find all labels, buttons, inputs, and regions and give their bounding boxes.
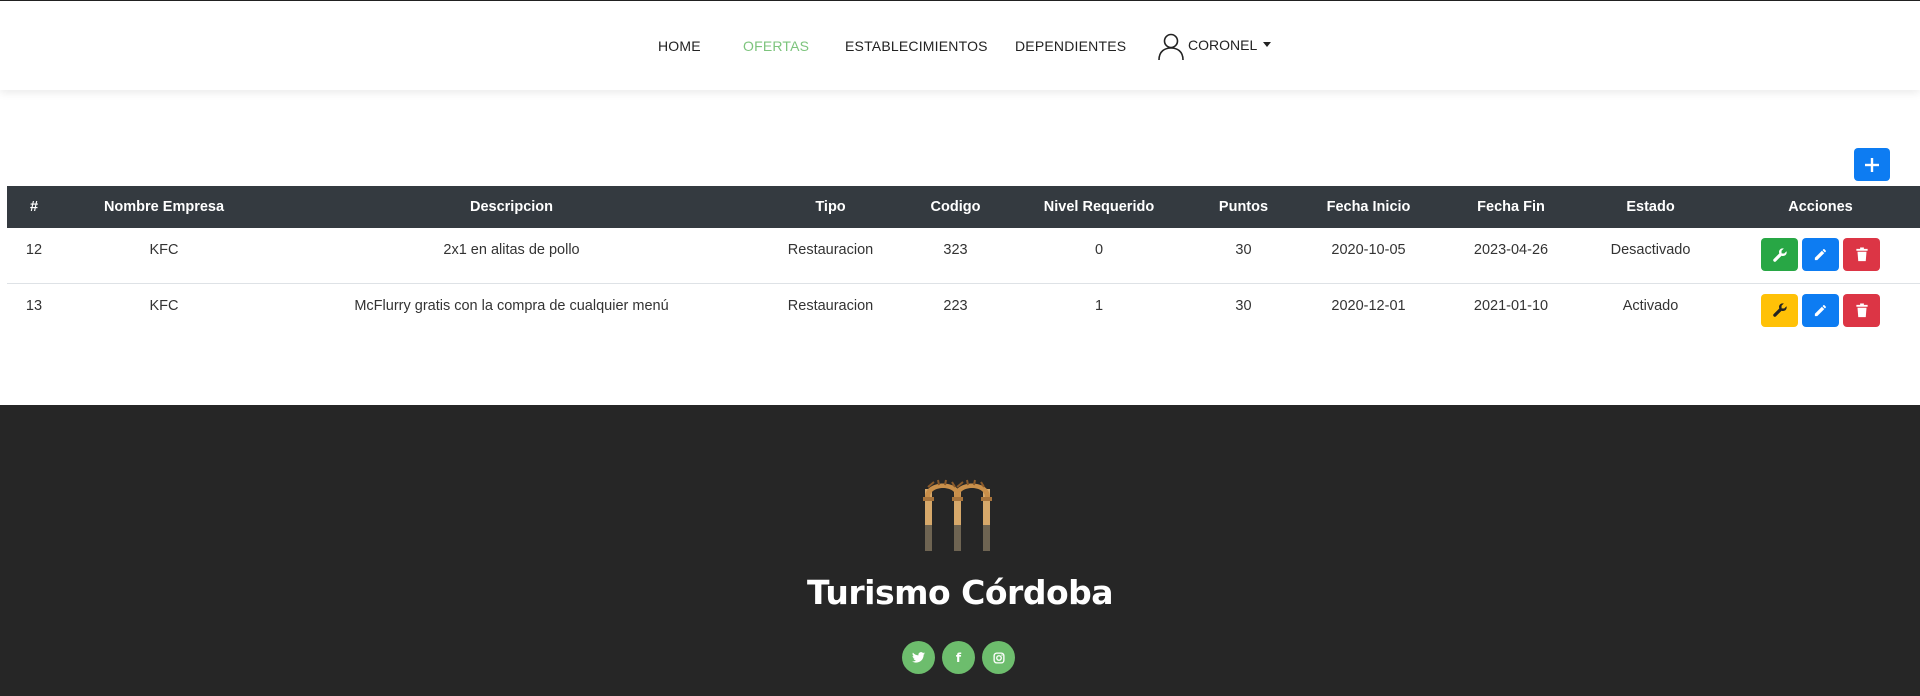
col-tipo: Tipo xyxy=(815,199,846,215)
col-empresa: Nombre Empresa xyxy=(103,199,225,215)
nav-establecimientos[interactable]: ESTABLECIMIENTOS xyxy=(845,38,988,54)
offers-table: # Nombre Empresa Descripcion Tipo Codigo… xyxy=(7,186,1920,338)
user-name: CORONEL xyxy=(1188,37,1258,53)
cell-fin: 2021-01-10 xyxy=(1473,297,1549,314)
facebook-icon: f xyxy=(955,650,962,665)
cell-codigo: 223 xyxy=(943,297,968,314)
cell-inicio: 2020-12-01 xyxy=(1331,297,1406,314)
cell-acciones xyxy=(1721,283,1920,338)
cell-descripcion: 2x1 en alitas de pollo xyxy=(443,242,580,258)
col-estado: Estado xyxy=(1626,199,1675,215)
chevron-down-icon xyxy=(1263,41,1272,47)
cell-id: 12 xyxy=(25,242,43,258)
cell-acciones xyxy=(1721,228,1920,283)
col-descripcion: Descripcion xyxy=(470,199,553,215)
user-icon xyxy=(1158,33,1184,61)
delete-button[interactable] xyxy=(1843,293,1880,327)
edit-button[interactable] xyxy=(1802,293,1839,327)
plus-icon xyxy=(1865,157,1879,172)
col-nivel: Nivel Requerido xyxy=(1043,199,1155,215)
toggle-status-button[interactable] xyxy=(1761,293,1798,327)
footer: Turismo Córdoba f xyxy=(0,405,1920,696)
pencil-icon xyxy=(1814,249,1826,261)
cell-fin: 2023-04-26 xyxy=(1473,242,1549,258)
cell-id: 13 xyxy=(25,297,43,314)
cell-estado: Activado xyxy=(1622,297,1679,314)
nav-ofertas[interactable]: OFERTAS xyxy=(743,38,809,54)
navbar: HOME OFERTAS ESTABLECIMIENTOS DEPENDIENT… xyxy=(0,1,1920,90)
toggle-status-button[interactable] xyxy=(1761,238,1798,271)
user-menu[interactable]: CORONEL xyxy=(1156,31,1272,61)
cell-descripcion: McFlurry gratis con la compra de cualqui… xyxy=(354,297,669,314)
cell-puntos: 30 xyxy=(1235,242,1252,258)
table-header: # Nombre Empresa Descripcion Tipo Codigo… xyxy=(7,186,1920,228)
col-inicio: Fecha Inicio xyxy=(1326,199,1411,215)
col-puntos: Puntos xyxy=(1218,199,1269,215)
col-acciones: Acciones xyxy=(1788,199,1853,215)
social-links: f xyxy=(902,641,1015,674)
footer-brand: Turismo Córdoba xyxy=(807,573,1114,612)
nav-home[interactable]: HOME xyxy=(658,38,701,54)
col-fin: Fecha Fin xyxy=(1477,199,1545,215)
cell-empresa: KFC xyxy=(149,242,179,258)
nav-dependientes[interactable]: DEPENDIENTES xyxy=(1015,38,1126,54)
twitter-link[interactable] xyxy=(902,641,935,674)
col-codigo: Codigo xyxy=(930,199,981,215)
instagram-icon xyxy=(992,651,1005,664)
cell-tipo: Restauracion xyxy=(787,297,874,314)
col-id: # xyxy=(29,199,39,215)
trash-icon xyxy=(1855,302,1868,317)
cell-nivel: 1 xyxy=(1094,297,1104,314)
cell-nivel: 0 xyxy=(1094,242,1104,258)
cell-codigo: 323 xyxy=(943,242,968,258)
cell-empresa: KFC xyxy=(149,297,179,314)
edit-button[interactable] xyxy=(1802,238,1839,271)
cell-puntos: 30 xyxy=(1235,297,1252,314)
facebook-link[interactable]: f xyxy=(942,641,975,674)
cell-inicio: 2020-10-05 xyxy=(1331,242,1406,258)
cell-tipo: Restauracion xyxy=(787,242,874,258)
twitter-icon xyxy=(912,652,925,663)
pencil-icon xyxy=(1814,304,1826,316)
add-offer-button[interactable] xyxy=(1854,148,1890,181)
trash-icon xyxy=(1855,247,1868,262)
instagram-link[interactable] xyxy=(982,641,1015,674)
table-row: 12 KFC 2x1 en alitas de pollo Restauraci… xyxy=(7,228,1920,283)
mezquita-arches-logo xyxy=(923,479,992,551)
wrench-icon xyxy=(1772,247,1787,262)
table-row: 13 KFC McFlurry gratis con la compra de … xyxy=(7,283,1920,338)
wrench-icon xyxy=(1772,303,1787,317)
delete-button[interactable] xyxy=(1843,238,1880,271)
cell-estado: Desactivado xyxy=(1610,242,1691,258)
